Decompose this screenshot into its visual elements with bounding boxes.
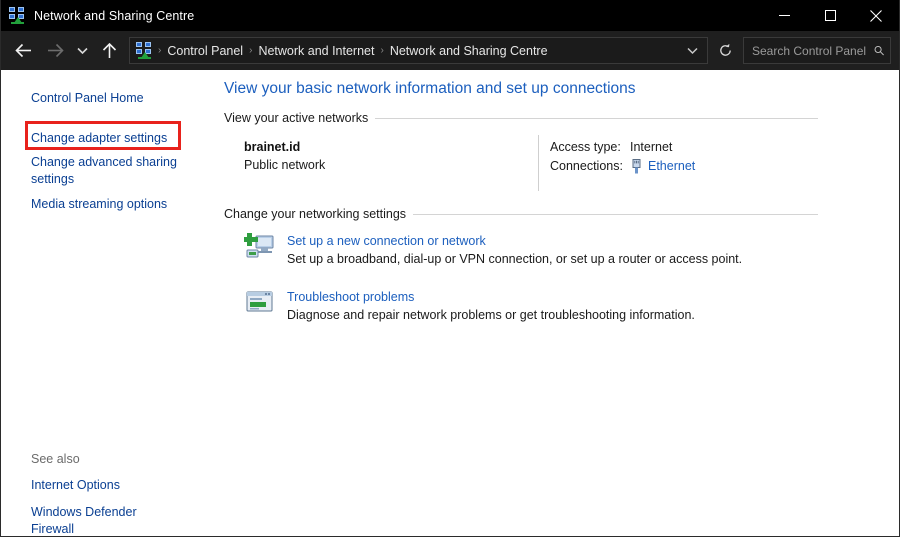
detail-row-access-type: Access type: Internet bbox=[550, 138, 695, 157]
network-type: Public network bbox=[244, 158, 326, 172]
network-computers-icon bbox=[9, 7, 26, 24]
setting-item-troubleshoot[interactable]: Troubleshoot problems Diagnose and repai… bbox=[244, 287, 844, 324]
breadcrumb[interactable]: › Control Panel › Network and Internet ›… bbox=[129, 37, 708, 64]
back-arrow-icon bbox=[14, 43, 31, 58]
see-also-section: See also Internet Options Windows Defend… bbox=[1, 452, 214, 537]
breadcrumb-item-network-and-sharing-centre[interactable]: Network and Sharing Centre bbox=[386, 44, 552, 58]
setup-new-connection-description: Set up a broadband, dial-up or VPN conne… bbox=[287, 252, 743, 266]
breadcrumb-item-control-panel[interactable]: Control Panel bbox=[163, 44, 247, 58]
search-icon[interactable] bbox=[874, 44, 884, 57]
setting-texts: Troubleshoot problems Diagnose and repai… bbox=[287, 287, 695, 324]
active-network-entry: brainet.id Public network Access type: I… bbox=[244, 135, 804, 196]
search-box[interactable] bbox=[743, 37, 891, 64]
sidebar-item-windows-defender-firewall[interactable]: Windows Defender Firewall bbox=[1, 498, 191, 537]
refresh-icon bbox=[719, 43, 731, 56]
setting-texts: Set up a new connection or network Set u… bbox=[287, 231, 742, 268]
section-title: View your active networks bbox=[224, 111, 369, 125]
minimize-button[interactable] bbox=[761, 0, 807, 31]
sidebar-item-change-adapter-settings-wrapper: Change adapter settings bbox=[1, 121, 191, 151]
section-header-networking-settings: Change your networking settings bbox=[224, 207, 818, 221]
section-title: Change your networking settings bbox=[224, 207, 407, 221]
navigation-bar: › Control Panel › Network and Internet ›… bbox=[1, 31, 899, 70]
connections-label: Connections: bbox=[550, 159, 623, 173]
connections-value-ethernet-link[interactable]: Ethernet bbox=[648, 157, 695, 176]
breadcrumb-item-network-and-internet[interactable]: Network and Internet bbox=[254, 44, 378, 58]
section-header-active-networks: View your active networks bbox=[224, 111, 818, 125]
title-bar: Network and Sharing Centre bbox=[1, 0, 899, 31]
ethernet-plug-icon bbox=[632, 159, 641, 174]
troubleshoot-problems-link[interactable]: Troubleshoot problems bbox=[287, 289, 695, 306]
network-details: Access type: Internet Connections: Ether… bbox=[550, 138, 695, 176]
setup-new-connection-link[interactable]: Set up a new connection or network bbox=[287, 233, 742, 250]
up-button[interactable] bbox=[93, 36, 125, 66]
window-title: Network and Sharing Centre bbox=[34, 8, 195, 23]
sidebar-item-change-adapter-settings[interactable]: Change adapter settings bbox=[1, 126, 191, 151]
main-content: View your basic network information and … bbox=[214, 70, 899, 536]
maximize-button[interactable] bbox=[807, 0, 853, 31]
title-bar-left: Network and Sharing Centre bbox=[1, 7, 194, 24]
sidebar-item-change-advanced-sharing-settings[interactable]: Change advanced sharing settings bbox=[1, 151, 191, 190]
see-also-title: See also bbox=[31, 452, 80, 466]
back-button[interactable] bbox=[7, 36, 39, 66]
sidebar: Control Panel Home Change adapter settin… bbox=[1, 70, 214, 536]
section-divider bbox=[375, 117, 818, 119]
sidebar-item-control-panel-home[interactable]: Control Panel Home bbox=[1, 86, 191, 111]
new-connection-icon bbox=[243, 231, 276, 263]
network-name: brainet.id bbox=[244, 140, 301, 154]
troubleshoot-problems-description: Diagnose and repair network problems or … bbox=[287, 308, 695, 322]
refresh-button[interactable] bbox=[710, 37, 740, 64]
close-button[interactable] bbox=[853, 0, 899, 31]
sidebar-item-internet-options[interactable]: Internet Options bbox=[1, 473, 191, 498]
network-sharing-centre-window: Network and Sharing Centre › Control Pan… bbox=[0, 0, 900, 537]
section-divider bbox=[413, 213, 818, 215]
forward-button[interactable] bbox=[39, 36, 71, 66]
setting-item-new-connection[interactable]: Set up a new connection or network Set u… bbox=[243, 231, 844, 268]
forward-arrow-icon bbox=[47, 43, 64, 58]
window-body: Control Panel Home Change adapter settin… bbox=[1, 70, 899, 536]
network-computers-icon bbox=[136, 42, 153, 59]
sidebar-item-media-streaming-options[interactable]: Media streaming options bbox=[1, 190, 191, 217]
recent-locations-button[interactable] bbox=[71, 36, 93, 66]
breadcrumb-separator: › bbox=[249, 45, 253, 56]
access-type-label: Access type: bbox=[550, 140, 621, 154]
window-controls bbox=[761, 0, 899, 31]
access-type-value: Internet bbox=[630, 140, 673, 154]
page-title: View your basic network information and … bbox=[224, 80, 636, 97]
detail-row-connections: Connections: Ethernet bbox=[550, 157, 695, 176]
vertical-divider bbox=[538, 135, 539, 191]
chevron-down-icon bbox=[686, 47, 698, 54]
up-arrow-icon bbox=[102, 42, 116, 58]
breadcrumb-dropdown-button[interactable] bbox=[681, 47, 703, 55]
search-input[interactable] bbox=[752, 43, 874, 58]
breadcrumb-separator: › bbox=[380, 45, 384, 56]
chevron-down-icon bbox=[76, 47, 88, 54]
troubleshoot-icon bbox=[244, 287, 276, 319]
breadcrumb-separator: › bbox=[158, 45, 162, 56]
